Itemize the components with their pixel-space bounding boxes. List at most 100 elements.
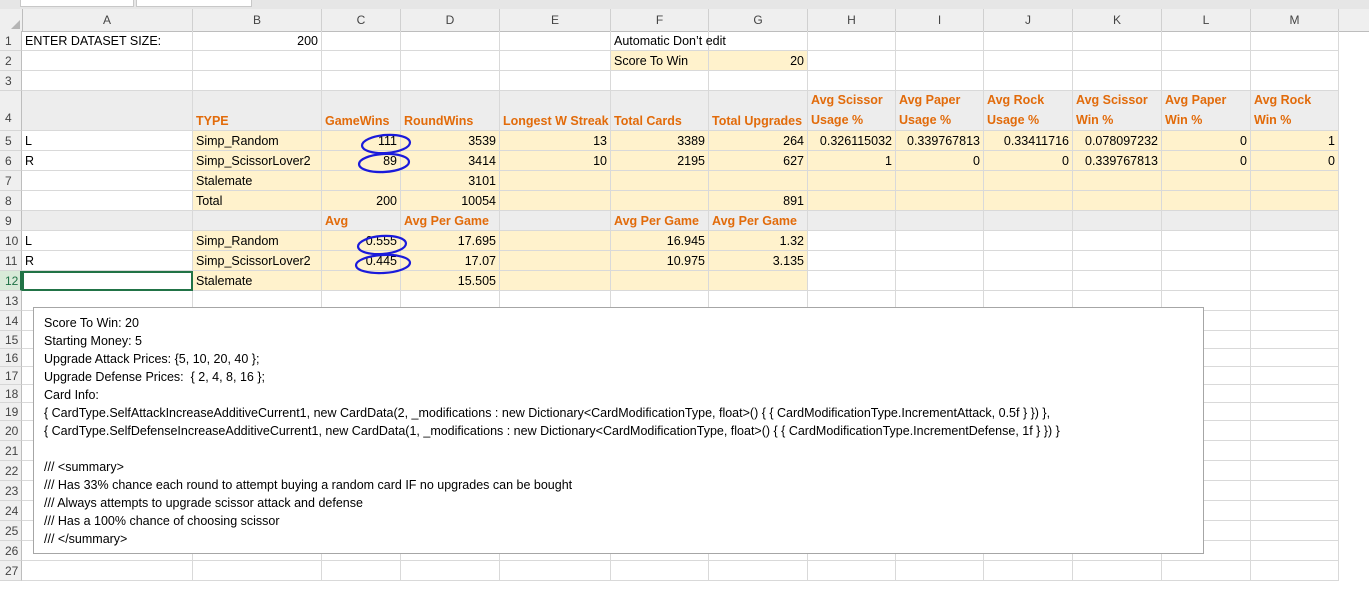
cell-c5[interactable]: 111 [322, 131, 401, 151]
row-header-8[interactable]: 8 [0, 191, 22, 211]
cell-c8[interactable]: 200 [322, 191, 401, 211]
cell-j12[interactable] [984, 271, 1073, 291]
cell-j9[interactable] [984, 211, 1073, 231]
row-header-20[interactable]: 20 [0, 421, 22, 441]
cell-d27[interactable] [401, 561, 500, 581]
cell-e10[interactable] [500, 231, 611, 251]
cell-f4[interactable]: Total Cards [611, 91, 709, 131]
row-header-4[interactable]: 4 [0, 91, 22, 131]
cell-f6[interactable]: 2195 [611, 151, 709, 171]
cell-i6[interactable]: 0 [896, 151, 984, 171]
column-header-c[interactable]: C [322, 9, 401, 31]
cell-h1[interactable] [808, 31, 896, 51]
cell-e27[interactable] [500, 561, 611, 581]
row-header-14[interactable]: 14 [0, 311, 22, 331]
cell-h5[interactable]: 0.326115032 [808, 131, 896, 151]
cell-d12[interactable]: 15.505 [401, 271, 500, 291]
cell-j6[interactable]: 0 [984, 151, 1073, 171]
cell-k10[interactable] [1073, 231, 1162, 251]
row-header-7[interactable]: 7 [0, 171, 22, 191]
cell-l3[interactable] [1162, 71, 1251, 91]
cell-g8[interactable]: 891 [709, 191, 808, 211]
cell-c9[interactable]: Avg [322, 211, 401, 231]
cell-m11[interactable] [1251, 251, 1339, 271]
cell-k12[interactable] [1073, 271, 1162, 291]
column-header-k[interactable]: K [1073, 9, 1162, 31]
cell-j2[interactable] [984, 51, 1073, 71]
cell-g11[interactable]: 3.135 [709, 251, 808, 271]
cell-i3[interactable] [896, 71, 984, 91]
cell-l11[interactable] [1162, 251, 1251, 271]
cell-a12[interactable] [22, 271, 193, 291]
cell-c11[interactable]: 0.445 [322, 251, 401, 271]
cell-j27[interactable] [984, 561, 1073, 581]
cell-h4[interactable]: Avg Scissor Usage % [808, 91, 896, 131]
cell-m27[interactable] [1251, 561, 1339, 581]
cell-b4[interactable]: TYPE [193, 91, 322, 131]
cell-a7[interactable] [22, 171, 193, 191]
cell-b8[interactable]: Total [193, 191, 322, 211]
cell-a6[interactable]: R [22, 151, 193, 171]
cell-m14[interactable] [1251, 311, 1339, 331]
cell-f9[interactable]: Avg Per Game [611, 211, 709, 231]
cell-k7[interactable] [1073, 171, 1162, 191]
column-header-b[interactable]: B [193, 9, 322, 31]
cell-k3[interactable] [1073, 71, 1162, 91]
cell-c10[interactable]: 0.555 [322, 231, 401, 251]
cell-m22[interactable] [1251, 461, 1339, 481]
row-header-1[interactable]: 1 [0, 31, 22, 51]
cell-i12[interactable] [896, 271, 984, 291]
row-header-12[interactable]: 12 [0, 271, 22, 291]
cell-g27[interactable] [709, 561, 808, 581]
cell-h11[interactable] [808, 251, 896, 271]
cell-m1[interactable] [1251, 31, 1339, 51]
cell-b2[interactable] [193, 51, 322, 71]
cell-e12[interactable] [500, 271, 611, 291]
cell-a3[interactable] [22, 71, 193, 91]
cell-e11[interactable] [500, 251, 611, 271]
cell-h27[interactable] [808, 561, 896, 581]
row-header-26[interactable]: 26 [0, 541, 22, 561]
cell-e1[interactable] [500, 31, 611, 51]
cell-l8[interactable] [1162, 191, 1251, 211]
cell-l9[interactable] [1162, 211, 1251, 231]
cell-a9[interactable] [22, 211, 193, 231]
cell-m26[interactable] [1251, 541, 1339, 561]
column-header-e[interactable]: E [500, 9, 611, 31]
column-header-d[interactable]: D [401, 9, 500, 31]
cell-g1[interactable] [709, 31, 808, 51]
cell-d10[interactable]: 17.695 [401, 231, 500, 251]
cell-m13[interactable] [1251, 291, 1339, 311]
cell-m20[interactable] [1251, 421, 1339, 441]
cell-d3[interactable] [401, 71, 500, 91]
cell-l6[interactable]: 0 [1162, 151, 1251, 171]
row-header-2[interactable]: 2 [0, 51, 22, 71]
cell-l1[interactable] [1162, 31, 1251, 51]
cell-k1[interactable] [1073, 31, 1162, 51]
cell-m18[interactable] [1251, 385, 1339, 403]
row-header-3[interactable]: 3 [0, 71, 22, 91]
cell-j5[interactable]: 0.33411716 [984, 131, 1073, 151]
row-header-27[interactable]: 27 [0, 561, 22, 581]
cell-a8[interactable] [22, 191, 193, 211]
cell-l4[interactable]: Avg Paper Win % [1162, 91, 1251, 131]
cell-c4[interactable]: GameWins [322, 91, 401, 131]
cell-g9[interactable]: Avg Per Game [709, 211, 808, 231]
cell-h10[interactable] [808, 231, 896, 251]
cell-m17[interactable] [1251, 367, 1339, 385]
cell-e2[interactable] [500, 51, 611, 71]
cell-l7[interactable] [1162, 171, 1251, 191]
cell-b3[interactable] [193, 71, 322, 91]
cell-m21[interactable] [1251, 441, 1339, 461]
cell-h9[interactable] [808, 211, 896, 231]
row-header-5[interactable]: 5 [0, 131, 22, 151]
cell-i10[interactable] [896, 231, 984, 251]
cell-c12[interactable] [322, 271, 401, 291]
cell-c1[interactable] [322, 31, 401, 51]
cell-k11[interactable] [1073, 251, 1162, 271]
column-header-m[interactable]: M [1251, 9, 1339, 31]
cell-g12[interactable] [709, 271, 808, 291]
cell-k8[interactable] [1073, 191, 1162, 211]
cell-i27[interactable] [896, 561, 984, 581]
cell-e9[interactable] [500, 211, 611, 231]
